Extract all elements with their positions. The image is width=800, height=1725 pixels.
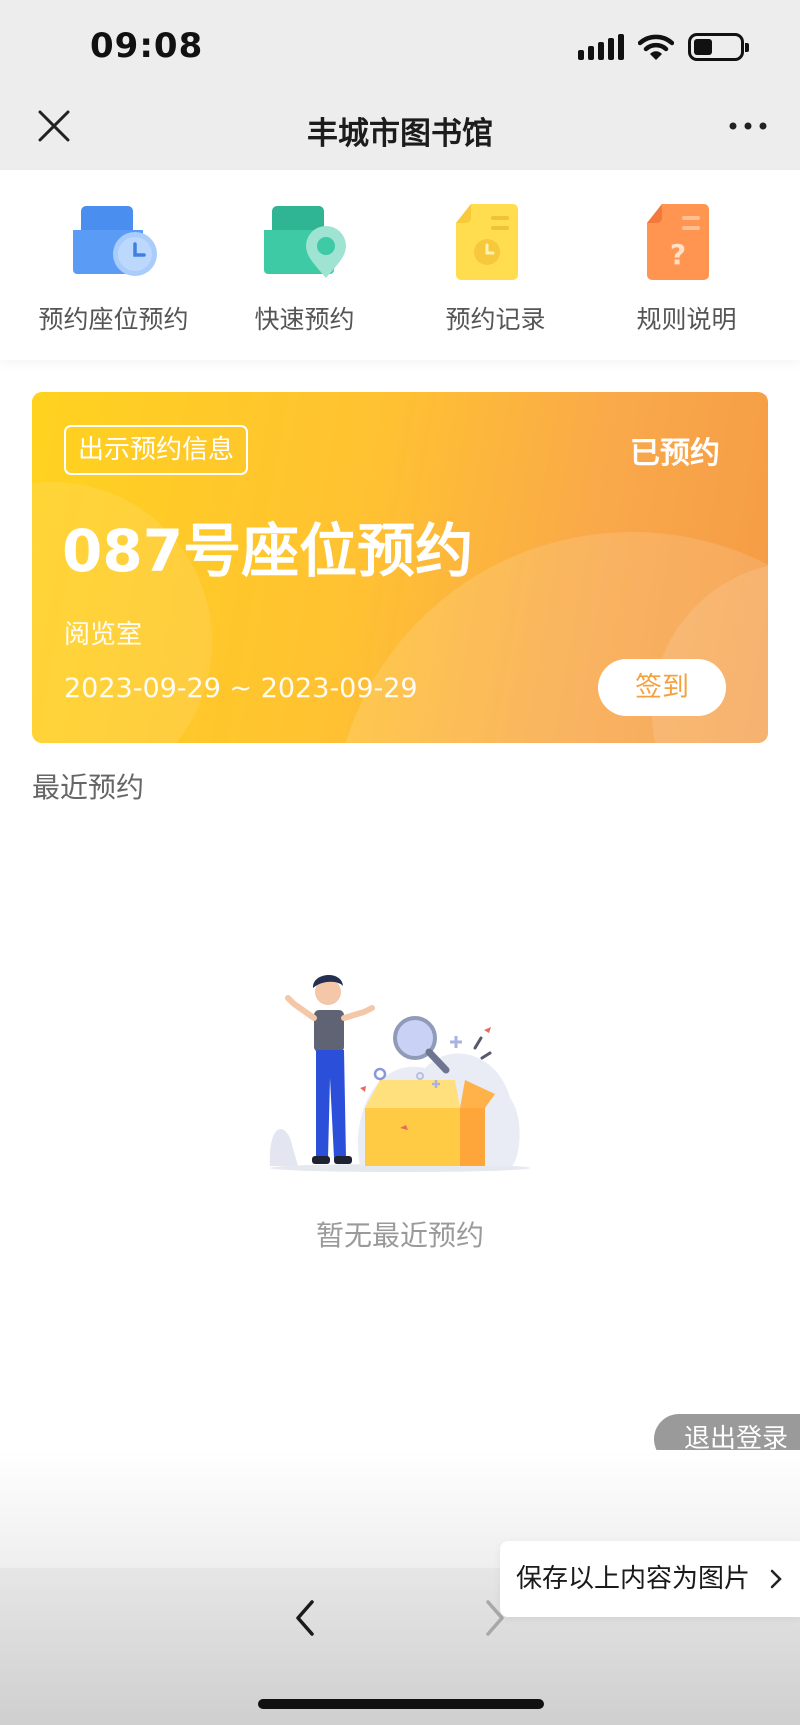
status-time: 09:08 xyxy=(90,26,204,66)
rules-question-icon: ? xyxy=(646,204,709,280)
wifi-icon xyxy=(638,34,674,60)
show-reservation-info-button[interactable]: 出示预约信息 xyxy=(64,425,249,475)
back-arrow-icon[interactable] xyxy=(290,1598,320,1638)
date-range: 2023-09-29 ~ 2023-09-29 xyxy=(64,673,418,704)
top-bar: 09:08 丰城市图书馆 xyxy=(0,0,800,170)
svg-text:?: ? xyxy=(669,238,685,271)
menu-item-reservation-records[interactable]: 预约记录 xyxy=(403,170,589,360)
save-as-image-button[interactable]: 保存以上内容为图片 xyxy=(500,1541,800,1617)
menu-label: 预约座位预约 xyxy=(38,305,189,334)
cellular-signal-icon xyxy=(578,34,624,60)
more-icon[interactable] xyxy=(726,112,770,140)
room-name: 阅览室 xyxy=(64,620,143,650)
empty-box-illustration xyxy=(269,974,530,1172)
empty-state-text: 暂无最近预约 xyxy=(315,1219,484,1252)
reservation-status: 已预约 xyxy=(630,436,720,471)
menu-item-quick-reservation[interactable]: 快速预约 xyxy=(212,170,398,360)
menu-item-seat-reservation[interactable]: 预约座位预约 xyxy=(21,170,207,360)
battery-icon xyxy=(688,33,749,61)
save-as-image-label: 保存以上内容为图片 xyxy=(516,1564,751,1594)
chevron-right-icon xyxy=(770,1569,782,1589)
menu-label: 规则说明 xyxy=(636,305,737,334)
check-in-button[interactable]: 签到 xyxy=(598,659,726,716)
home-indicator xyxy=(258,1699,544,1709)
page-title: 丰城市图书馆 xyxy=(307,116,493,152)
quick-menu: 预约座位预约 快速预约 预约记录 ? 规则说明 xyxy=(0,170,800,360)
menu-label: 快速预约 xyxy=(254,305,355,334)
recent-reservations-heading: 最近预约 xyxy=(32,771,145,804)
seat-location-icon xyxy=(263,206,346,278)
status-icons xyxy=(578,30,749,64)
seat-title: 087号座位预约 xyxy=(62,517,474,585)
menu-label: 预约记录 xyxy=(445,305,546,334)
menu-item-rules[interactable]: ? 规则说明 xyxy=(594,170,780,360)
record-document-icon xyxy=(455,204,518,280)
seat-clock-icon xyxy=(72,206,157,276)
reservation-card: 出示预约信息 已预约 087号座位预约 阅览室 2023-09-29 ~ 202… xyxy=(32,392,768,743)
